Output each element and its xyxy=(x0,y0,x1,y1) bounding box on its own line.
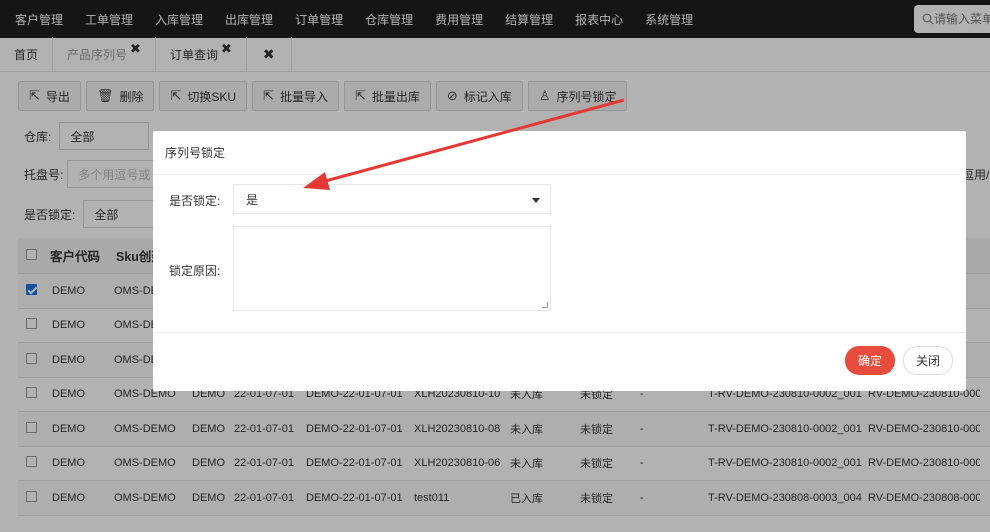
caret-down-icon xyxy=(532,198,540,203)
serial-lock-dialog: 序列号锁定 是否锁定: 是 锁定原因: 确定 关闭 xyxy=(153,131,966,391)
locked-label: 是否锁定: xyxy=(169,194,221,208)
locked-select[interactable]: 是 xyxy=(233,184,551,214)
reason-textarea[interactable] xyxy=(233,226,551,311)
close-button[interactable]: 关闭 xyxy=(903,346,953,375)
dialog-title: 序列号锁定 xyxy=(153,131,966,175)
confirm-button[interactable]: 确定 xyxy=(845,346,895,375)
locked-value: 是 xyxy=(246,192,259,207)
dialog-footer-divider xyxy=(153,332,966,333)
reason-label: 锁定原因: xyxy=(169,264,221,278)
